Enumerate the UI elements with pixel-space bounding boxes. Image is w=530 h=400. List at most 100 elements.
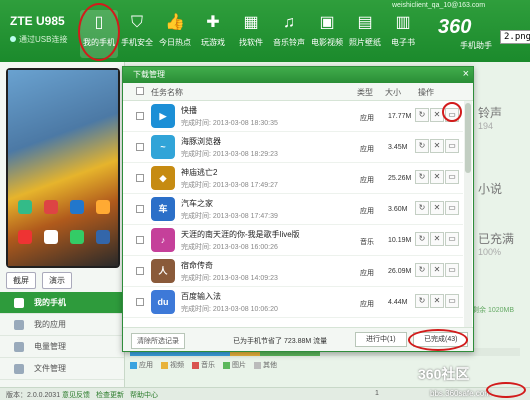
task-type: 应用 <box>360 146 374 153</box>
task-time: 完成时间: 2013-03-08 14:09:23 <box>181 275 278 282</box>
toolbar-music[interactable]: ♫ 音乐铃声 <box>270 10 308 58</box>
app-icon <box>96 230 110 244</box>
task-row[interactable]: 人宿命传奇 完成时间: 2013-03-08 14:09:23 应用 26.09M ↻ ✕… <box>123 256 463 287</box>
task-checkbox[interactable] <box>136 143 144 151</box>
nav-item-files[interactable]: 文件管理 <box>0 358 124 380</box>
folder-icon[interactable]: ▭ <box>445 139 459 153</box>
folder-icon[interactable]: ▭ <box>445 201 459 215</box>
help-link[interactable]: 帮助中心 <box>130 390 158 400</box>
category-novel[interactable]: 小说 <box>472 150 530 200</box>
scroll-thumb[interactable] <box>465 103 471 173</box>
task-name: 汽车之家 <box>181 199 213 208</box>
delete-icon[interactable]: ✕ <box>430 294 444 308</box>
toolbar-hot[interactable]: 👍 今日热点 <box>156 10 194 58</box>
app-icon <box>44 230 58 244</box>
retry-icon[interactable]: ↻ <box>415 139 429 153</box>
select-all-checkbox[interactable] <box>136 87 144 97</box>
toolbar-security[interactable]: ⛉ 手机安全 <box>118 10 156 58</box>
version-text: 版本：2.0.0.2031 <box>6 392 61 399</box>
demo-button[interactable]: 演示 <box>42 272 72 289</box>
legend-swatch <box>161 361 168 369</box>
toolbar-video[interactable]: ▣ 电影视频 <box>308 10 346 58</box>
task-row[interactable]: 车汽车之家 完成时间: 2013-03-08 17:47:39 应用 3.60M ↻ ✕ ▭ <box>123 194 463 225</box>
task-app-icon: ◆ <box>151 166 175 190</box>
nav-item-my-apps[interactable]: 我的应用 <box>0 314 124 336</box>
task-name: 快播 <box>181 106 197 115</box>
task-app-icon: ♪ <box>151 228 175 252</box>
storage-legend: 应用 视频 音乐 图片 其他 <box>130 360 277 370</box>
task-checkbox[interactable] <box>136 236 144 244</box>
dialog-footer: 清除所选记录 已为手机节省了 723.88M 流量 进行中(1) 已完成(43) <box>123 327 473 351</box>
task-row[interactable]: ♪ 天涯的南天涯的你-我是歌手live版 完成时间: 2013-03-08 16:0… <box>123 225 463 256</box>
task-app-icon: ~ <box>151 135 175 159</box>
task-name: 天涯的南天涯的你-我是歌手live版 <box>181 230 300 239</box>
retry-icon[interactable]: ↻ <box>415 108 429 122</box>
account-email[interactable]: weishiclient_qa_10@163.com <box>392 2 485 9</box>
task-size: 4.44M <box>388 299 408 306</box>
scrollbar[interactable] <box>464 101 472 327</box>
toolbar-label: 今日热点 <box>159 38 191 47</box>
toolbar-apps[interactable]: ▦ 找软件 <box>232 10 270 58</box>
delete-icon[interactable]: ✕ <box>430 170 444 184</box>
task-app-icon: 人 <box>151 259 175 283</box>
task-row[interactable]: du 百度输入法 完成时间: 2013-03-08 10:06:20 应用 4.44M ↻… <box>123 287 463 318</box>
column-name: 任务名称 <box>151 88 183 97</box>
clear-records-button[interactable]: 清除所选记录 <box>131 333 185 349</box>
feedback-link[interactable]: 意见反馈 <box>62 390 90 400</box>
task-row[interactable]: ◆ 神庙逃亡2 完成时间: 2013-03-08 17:49:27 应用 25.26M ↻… <box>123 163 463 194</box>
legend-label: 应用 <box>139 362 153 369</box>
toolbar-label: 音乐铃声 <box>273 38 305 47</box>
picture-icon: ▤ <box>357 14 373 31</box>
task-type: 应用 <box>360 301 374 308</box>
folder-icon[interactable]: ▭ <box>445 294 459 308</box>
checkbox-box <box>136 87 144 95</box>
folder-icon[interactable]: ▭ <box>445 232 459 246</box>
list-header: 任务名称 类型 大小 操作 <box>123 83 473 101</box>
folder-icon[interactable]: ▭ <box>445 170 459 184</box>
retry-icon[interactable]: ↻ <box>415 232 429 246</box>
logo-subtitle: 手机助手 <box>460 41 492 50</box>
retry-icon[interactable]: ↻ <box>415 294 429 308</box>
device-name[interactable]: ZTE U985 <box>10 14 65 28</box>
check-update-link[interactable]: 检查更新 <box>96 390 124 400</box>
nav-item-my-phone[interactable]: 我的手机 <box>0 292 124 314</box>
toolbar-ebook[interactable]: ▥ 电子书 <box>384 10 422 58</box>
toolbar-games[interactable]: ✚ 玩游戏 <box>194 10 232 58</box>
legend-swatch <box>192 361 199 369</box>
shield-icon: ⛉ <box>130 14 143 31</box>
gamepad-icon: ✚ <box>206 14 220 31</box>
help-link-text[interactable]: 帮助中心 <box>130 392 158 399</box>
column-action: 操作 <box>418 88 434 97</box>
nav-item-battery[interactable]: 电量管理 <box>0 336 124 358</box>
folder-icon[interactable]: ▭ <box>445 263 459 277</box>
tab-in-progress[interactable]: 进行中(1) <box>355 332 407 347</box>
retry-icon[interactable]: ↻ <box>415 201 429 215</box>
delete-icon[interactable]: ✕ <box>430 201 444 215</box>
task-checkbox[interactable] <box>136 267 144 275</box>
task-row[interactable]: ~ 海豚浏览器 完成时间: 2013-03-08 18:29:23 应用 3.45M ↻ ✕… <box>123 132 463 163</box>
task-checkbox[interactable] <box>136 174 144 182</box>
category-ringtone[interactable]: 铃声 194 <box>472 100 530 150</box>
task-checkbox[interactable] <box>136 112 144 120</box>
left-panel: 截屏 演示 我的手机 我的应用 电量管理 文件管理 <box>0 62 125 387</box>
task-type: 音乐 <box>360 239 374 246</box>
check-update-link-text[interactable]: 检查更新 <box>96 392 124 399</box>
category-label: 已充满 <box>478 232 515 246</box>
task-actions: ↻ ✕ ▭ <box>415 232 459 246</box>
delete-icon[interactable]: ✕ <box>430 263 444 277</box>
category-battery[interactable]: 已充满 100% <box>472 200 530 257</box>
close-icon[interactable]: × <box>463 68 469 80</box>
task-checkbox[interactable] <box>136 298 144 306</box>
toolbar-pictures[interactable]: ▤ 照片壁纸 <box>346 10 384 58</box>
task-checkbox[interactable] <box>136 205 144 213</box>
category-label: 铃声 <box>478 106 503 120</box>
retry-icon[interactable]: ↻ <box>415 170 429 184</box>
storage-free: 剩余 1020MB <box>472 307 515 314</box>
screenshot-button[interactable]: 截屏 <box>6 272 36 289</box>
delete-icon[interactable]: ✕ <box>430 139 444 153</box>
retry-icon[interactable]: ↻ <box>415 263 429 277</box>
feedback-link-text[interactable]: 意见反馈 <box>62 392 90 399</box>
task-row[interactable]: ▶ 快播 完成时间: 2013-03-08 18:30:35 应用 17.77M ↻ ✕ ▭ <box>123 101 463 132</box>
task-type: 应用 <box>360 270 374 277</box>
delete-icon[interactable]: ✕ <box>430 232 444 246</box>
